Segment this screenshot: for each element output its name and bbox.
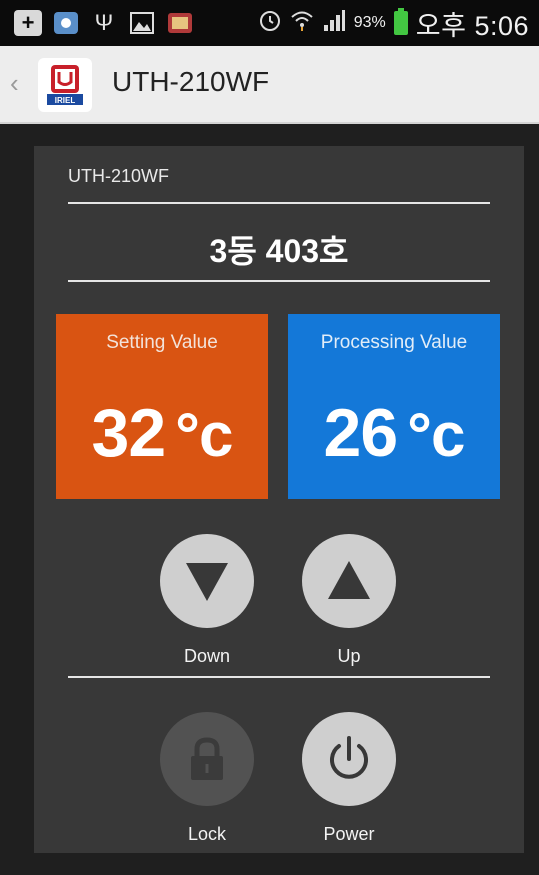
divider — [68, 280, 490, 282]
status-bar-system: 93% 오후 5:06 — [258, 8, 529, 41]
app-logo-icon: IRIEL — [47, 65, 83, 105]
divider — [68, 202, 490, 204]
lock-button[interactable] — [160, 712, 254, 806]
battery-icon — [393, 8, 408, 35]
app-icon — [166, 10, 194, 36]
wifi-icon — [290, 8, 314, 39]
clock: 오후 5:06 — [415, 10, 529, 41]
app-logo-text: IRIEL — [55, 96, 76, 105]
lock-label: Lock — [187, 824, 227, 844]
up-button[interactable] — [302, 534, 396, 628]
setting-value-display: 32 °c — [56, 394, 268, 472]
battery-percent: 93% — [353, 14, 386, 31]
status-bar-notifications: + Ψ — [14, 8, 194, 38]
setting-value-label: Setting Value — [106, 332, 218, 353]
processing-value-card: Processing Value 26 °c — [288, 314, 500, 499]
usb-icon: Ψ — [94, 10, 114, 35]
processing-value-display: 26 °c — [288, 394, 500, 472]
lock-icon — [191, 737, 223, 780]
location-title: 3동 403호 — [209, 233, 349, 269]
alarm-icon — [258, 8, 282, 39]
image-icon — [128, 10, 156, 36]
device-model-label: UTH-210WF — [68, 166, 170, 186]
cloud-icon — [52, 10, 80, 36]
power-label: Power — [323, 824, 375, 844]
divider — [68, 676, 490, 678]
down-label: Down — [183, 646, 231, 666]
setting-value-number: 32 — [91, 395, 167, 471]
power-icon — [330, 736, 368, 779]
triangle-down-icon — [186, 563, 228, 601]
processing-value-label: Processing Value — [320, 332, 468, 353]
processing-value-number: 26 — [323, 395, 399, 471]
power-button[interactable] — [302, 712, 396, 806]
triangle-up-icon — [328, 561, 370, 599]
signal-icon — [322, 8, 346, 39]
status-bar: + Ψ 93% 오후 5:06 — [0, 0, 539, 46]
down-button[interactable] — [160, 534, 254, 628]
setting-value-unit: °c — [175, 401, 233, 470]
app-title: UTH-210WF — [112, 66, 270, 97]
up-label: Up — [337, 646, 361, 666]
back-chevron-icon[interactable]: ‹ — [10, 68, 19, 99]
processing-value-unit: °c — [407, 401, 465, 470]
plus-icon: + — [14, 10, 42, 36]
device-panel: UTH-210WF 3동 403호 Setting Value 32 °c Pro… — [34, 146, 524, 853]
setting-value-card: Setting Value 32 °c — [56, 314, 268, 499]
action-bar: ‹ IRIEL UTH-210WF — [0, 46, 539, 124]
app-logo[interactable]: IRIEL — [38, 58, 92, 112]
